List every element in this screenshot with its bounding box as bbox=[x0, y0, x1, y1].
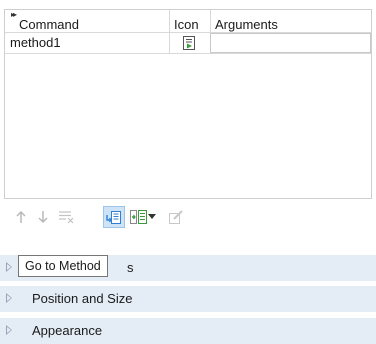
dropdown-arrow-icon bbox=[148, 214, 156, 219]
expand-columns-icon[interactable]: ▸▸ bbox=[11, 11, 17, 19]
arguments-field[interactable] bbox=[210, 33, 371, 53]
edit-button[interactable] bbox=[165, 206, 187, 228]
section-label: s bbox=[127, 260, 134, 275]
column-divider bbox=[169, 33, 170, 53]
section-position-and-size[interactable]: Position and Size bbox=[0, 286, 376, 312]
add-method-dropdown[interactable] bbox=[146, 206, 158, 228]
expand-triangle-icon bbox=[6, 262, 12, 272]
arrow-down-icon bbox=[38, 211, 48, 224]
toolbar bbox=[4, 206, 304, 228]
delete-button[interactable] bbox=[55, 206, 77, 228]
column-header-command[interactable]: Command bbox=[19, 10, 79, 32]
move-up-button[interactable] bbox=[10, 206, 32, 228]
column-divider bbox=[169, 10, 170, 32]
table-row[interactable]: method1 bbox=[5, 33, 371, 54]
edit-icon bbox=[169, 210, 183, 224]
tooltip: Go to Method bbox=[18, 255, 108, 277]
delete-list-icon bbox=[59, 211, 74, 224]
command-table: ▸▸ Command Icon Arguments method1 bbox=[4, 9, 372, 199]
expand-triangle-icon bbox=[6, 293, 12, 303]
section-label: Appearance bbox=[32, 323, 103, 338]
column-header-arguments[interactable]: Arguments bbox=[215, 10, 278, 32]
command-cell[interactable]: method1 bbox=[10, 33, 61, 53]
column-header-icon[interactable]: Icon bbox=[174, 10, 199, 32]
go-to-method-button[interactable] bbox=[103, 206, 125, 228]
expand-triangle-icon bbox=[6, 325, 12, 335]
go-to-method-icon bbox=[106, 211, 121, 224]
column-divider bbox=[210, 10, 211, 32]
section-appearance[interactable]: Appearance bbox=[0, 318, 376, 344]
method-icon[interactable] bbox=[182, 36, 196, 56]
arrow-up-icon bbox=[16, 210, 26, 223]
table-header: ▸▸ Command Icon Arguments bbox=[5, 10, 371, 33]
move-down-button[interactable] bbox=[32, 206, 54, 228]
section-label: Position and Size bbox=[32, 291, 133, 306]
